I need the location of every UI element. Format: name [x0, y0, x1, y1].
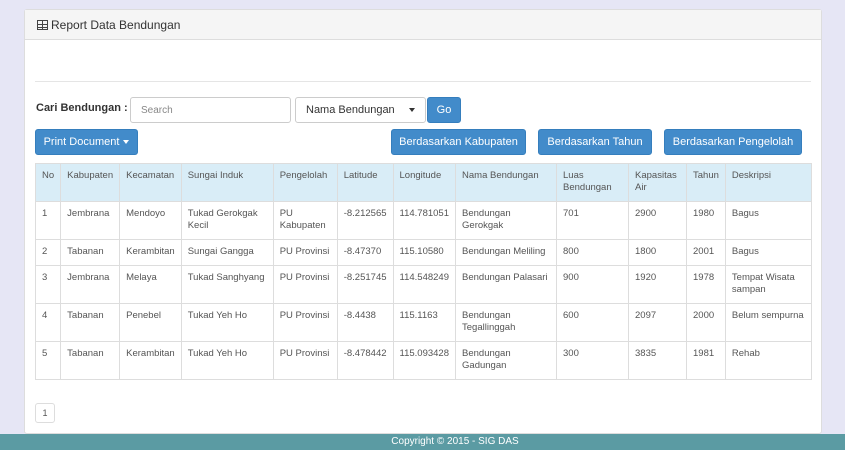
table-cell: 600: [556, 303, 630, 342]
table-cell: Sungai Gangga: [180, 239, 274, 266]
table-cell: 1800: [628, 239, 688, 266]
search-field-select-value: Nama Bendungan: [306, 104, 395, 116]
search-label: Cari Bendungan :: [36, 102, 128, 114]
table-cell: 3835: [628, 341, 688, 380]
footer-copyright: Copyright © 2015 - SIG DAS: [391, 436, 519, 447]
table-cell: 900: [556, 265, 630, 304]
column-header: Deskripsi: [724, 163, 813, 202]
table-cell: 1981: [686, 341, 726, 380]
table-cell: Bendungan Gerokgak: [455, 201, 558, 240]
table-cell: Bendungan Tegallinggah: [455, 303, 558, 342]
table-cell: Mendoyo: [119, 201, 182, 240]
table-cell: Bendungan Palasari: [455, 265, 558, 304]
table-cell: PU Provinsi: [272, 341, 338, 380]
table-cell: 2001: [686, 239, 726, 266]
search-input[interactable]: [130, 97, 291, 123]
table-cell: Tabanan: [60, 303, 121, 342]
go-button[interactable]: Go: [427, 97, 461, 123]
table-cell: Bagus: [724, 239, 813, 266]
filter-tahun-button[interactable]: Berdasarkan Tahun: [538, 129, 652, 155]
search-field-select[interactable]: Nama Bendungan: [295, 97, 426, 123]
table-cell: 800: [556, 239, 630, 266]
table-cell: Tabanan: [60, 239, 121, 266]
bendungan-table: No Kabupaten Kecamatan Sungai Induk Peng…: [34, 163, 813, 380]
table-cell: 115.10580: [392, 239, 457, 266]
pagination-page-1[interactable]: 1: [35, 403, 55, 423]
table-cell: 701: [556, 201, 630, 240]
table-cell: 1978: [686, 265, 726, 304]
table-cell: Tukad Yeh Ho: [180, 341, 274, 380]
footer: Copyright © 2015 - SIG DAS: [0, 434, 845, 450]
table-cell: 2900: [628, 201, 688, 240]
table-header-row: No Kabupaten Kecamatan Sungai Induk Peng…: [34, 163, 813, 202]
table-cell: -8.4438: [336, 303, 394, 342]
table-cell: PU Provinsi: [272, 265, 338, 304]
column-header: Kapasitas Air: [628, 163, 688, 202]
filter-kabupaten-button[interactable]: Berdasarkan Kabupaten: [391, 129, 526, 155]
table-cell: Kerambitan: [119, 341, 182, 380]
print-document-label: Print Document: [43, 136, 120, 148]
table-cell: Jembrana: [60, 201, 121, 240]
table-cell: Tukad Gerokgak Kecil: [180, 201, 274, 240]
table-cell: Rehab: [724, 341, 813, 380]
table-row: 1 Jembrana Mendoyo Tukad Gerokgak Kecil …: [34, 201, 813, 240]
column-header: Kabupaten: [60, 163, 121, 202]
print-document-button[interactable]: Print Document: [35, 129, 138, 155]
column-header: Nama Bendungan: [455, 163, 558, 202]
table-cell: 1980: [686, 201, 726, 240]
divider: [35, 81, 811, 82]
table-cell: Belum sempurna: [724, 303, 813, 342]
column-header: Longitude: [392, 163, 457, 202]
table-cell: 2: [34, 239, 62, 266]
table-cell: 114.548249: [392, 265, 457, 304]
table-cell: -8.212565: [336, 201, 394, 240]
table-cell: 114.781051: [392, 201, 457, 240]
table-cell: 2000: [686, 303, 726, 342]
table-row: 3 Jembrana Melaya Tukad Sanghyang PU Pro…: [34, 265, 813, 304]
table-cell: 2097: [628, 303, 688, 342]
table-cell: 115.1163: [392, 303, 457, 342]
table-cell: 115.093428: [392, 341, 457, 380]
table-cell: 300: [556, 341, 630, 380]
table-cell: Tempat Wisata sampan: [724, 265, 813, 304]
table-row: 2 Tabanan Kerambitan Sungai Gangga PU Pr…: [34, 239, 813, 266]
report-panel: Report Data Bendungan Cari Bendungan : N…: [24, 9, 822, 434]
table-cell: Penebel: [119, 303, 182, 342]
table-cell: Tabanan: [60, 341, 121, 380]
column-header: Luas Bendungan: [556, 163, 630, 202]
table-row: 4 Tabanan Penebel Tukad Yeh Ho PU Provin…: [34, 303, 813, 342]
column-header: Pengelolah: [272, 163, 338, 202]
table-cell: PU Provinsi: [272, 303, 338, 342]
table-cell: Tukad Sanghyang: [180, 265, 274, 304]
panel-title: Report Data Bendungan: [51, 17, 181, 32]
table-cell: 4: [34, 303, 62, 342]
table-cell: Kerambitan: [119, 239, 182, 266]
table-cell: Bendungan Meliling: [455, 239, 558, 266]
table-cell: -8.47370: [336, 239, 394, 266]
table-cell: 1: [34, 201, 62, 240]
table-cell: PU Kabupaten: [272, 201, 338, 240]
column-header: No: [34, 163, 62, 202]
table-cell: 5: [34, 341, 62, 380]
caret-down-icon: [123, 140, 130, 144]
filter-pengelolah-button[interactable]: Berdasarkan Pengelolah: [664, 129, 802, 155]
panel-heading: Report Data Bendungan: [25, 10, 821, 40]
table-cell: Jembrana: [60, 265, 121, 304]
table-grid-icon: [37, 19, 48, 30]
table-row: 5 Tabanan Kerambitan Tukad Yeh Ho PU Pro…: [34, 341, 813, 380]
chevron-down-icon: [409, 108, 415, 112]
column-header: Kecamatan: [119, 163, 182, 202]
column-header: Tahun: [686, 163, 726, 202]
table-cell: -8.478442: [336, 341, 394, 380]
table-cell: -8.251745: [336, 265, 394, 304]
table-cell: PU Provinsi: [272, 239, 338, 266]
table-cell: Melaya: [119, 265, 182, 304]
column-header: Sungai Induk: [180, 163, 274, 202]
table-cell: Bendungan Gadungan: [455, 341, 558, 380]
column-header: Latitude: [336, 163, 394, 202]
table-cell: 1920: [628, 265, 688, 304]
table-cell: Bagus: [724, 201, 813, 240]
table-cell: Tukad Yeh Ho: [180, 303, 274, 342]
table-cell: 3: [34, 265, 62, 304]
